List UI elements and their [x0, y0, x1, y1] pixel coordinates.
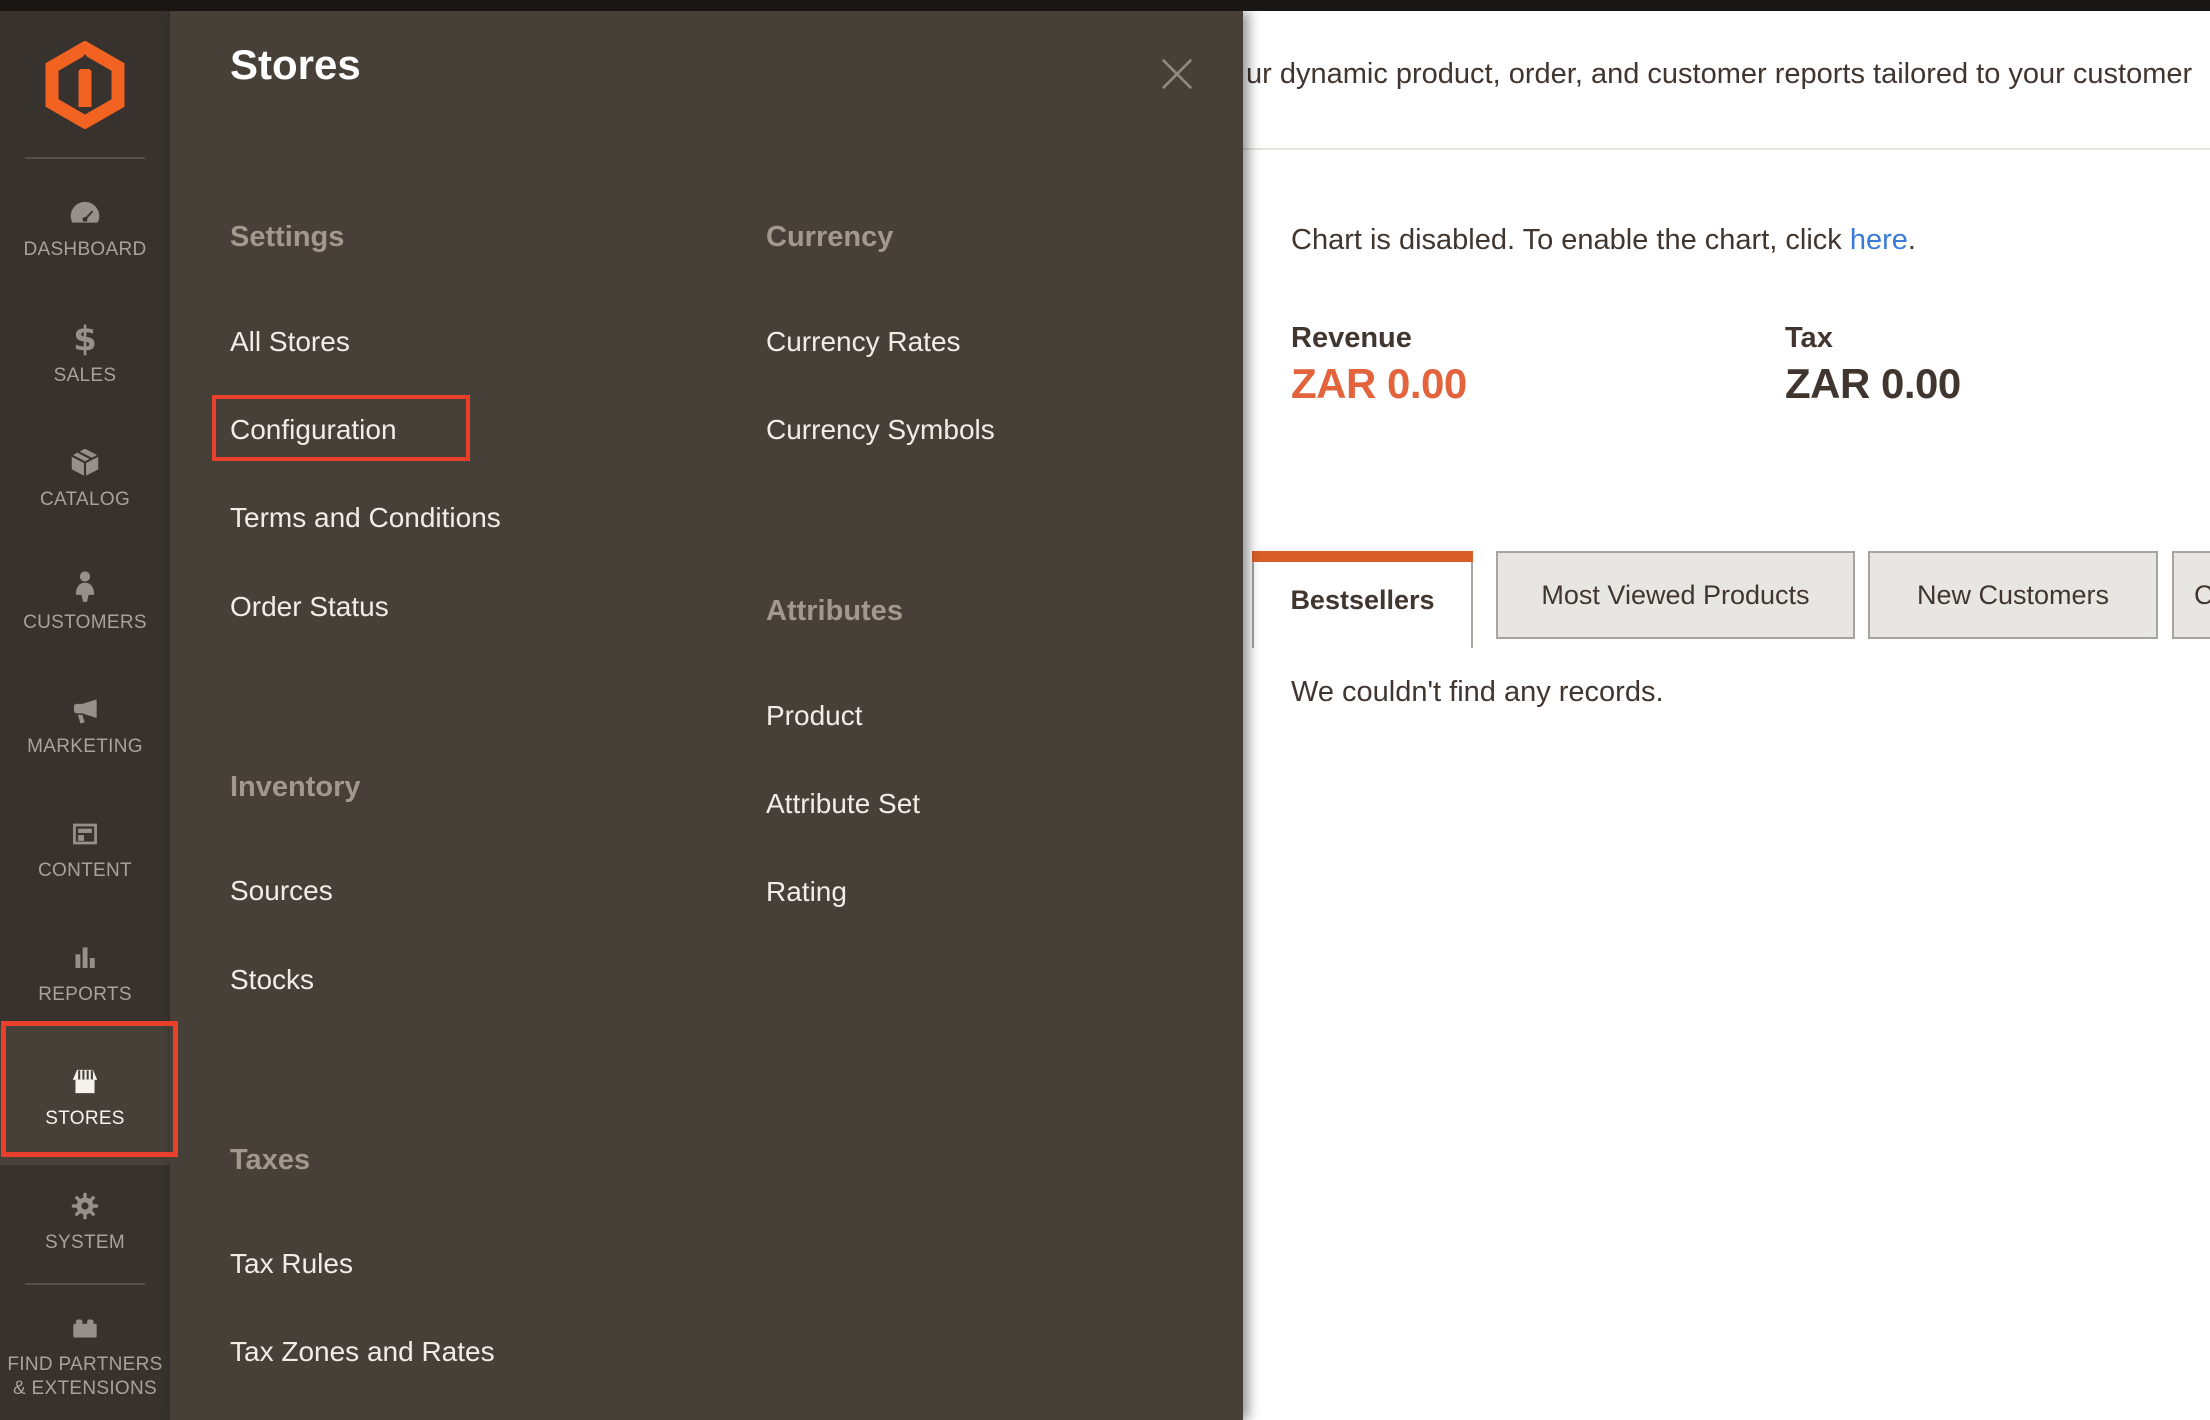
chart-disabled-text: Chart is disabled. To enable the chart, …: [1291, 224, 1850, 256]
sidebar-item-label: DASHBOARD: [0, 238, 170, 262]
bar-chart-icon: [0, 936, 170, 980]
revenue-label: Revenue: [1291, 322, 1412, 355]
tab-new-customers[interactable]: New Customers: [1868, 551, 2158, 639]
sidebar-item-sales[interactable]: $ SALES: [0, 317, 170, 388]
sidebar: DASHBOARD $ SALES CATALOG CUSTOMERS: [0, 11, 170, 1420]
brick-icon: [0, 1306, 170, 1350]
sidebar-item-label: CUSTOMERS: [0, 611, 170, 635]
sidebar-item-system[interactable]: SYSTEM: [0, 1184, 170, 1255]
menu-item-currency-symbols[interactable]: Currency Symbols: [766, 410, 995, 450]
close-icon[interactable]: [1158, 55, 1196, 93]
intro-text-partial: ur dynamic product, order, and customer …: [1246, 58, 2192, 91]
menu-item-tax-rules[interactable]: Tax Rules: [230, 1244, 353, 1284]
menu-item-attribute-set[interactable]: Attribute Set: [766, 784, 920, 824]
menu-item-product[interactable]: Product: [766, 696, 863, 736]
annotation-box-configuration: [212, 395, 470, 461]
annotation-box-stores: [1, 1021, 178, 1157]
svg-text:$: $: [73, 321, 97, 357]
menu-item-sources[interactable]: Sources: [230, 871, 333, 911]
section-header-attributes: Attributes: [766, 591, 903, 631]
menu-item-all-stores[interactable]: All Stores: [230, 322, 350, 362]
dollar-icon: $: [0, 317, 170, 361]
sidebar-item-reports[interactable]: REPORTS: [0, 936, 170, 1007]
tab-most-viewed-products[interactable]: Most Viewed Products: [1496, 551, 1855, 639]
sidebar-item-marketing[interactable]: MARKETING: [0, 688, 170, 759]
tab-customers-partial[interactable]: C: [2172, 551, 2210, 639]
gear-icon: [0, 1184, 170, 1228]
menu-item-rating[interactable]: Rating: [766, 872, 847, 912]
sidebar-divider-bottom: [25, 1283, 145, 1285]
chart-disabled-suffix: .: [1908, 224, 1916, 256]
box-icon: [0, 441, 170, 485]
menu-item-order-status[interactable]: Order Status: [230, 587, 389, 627]
revenue-value: ZAR 0.00: [1291, 360, 1467, 408]
content-divider: [1243, 148, 2210, 150]
sidebar-divider-top: [25, 157, 145, 159]
menu-item-stocks[interactable]: Stocks: [230, 960, 314, 1000]
sidebar-item-label: CONTENT: [0, 859, 170, 883]
tab-bestsellers[interactable]: Bestsellers: [1252, 551, 1473, 648]
layout-icon: [0, 812, 170, 856]
sidebar-item-dashboard[interactable]: DASHBOARD: [0, 191, 170, 262]
section-header-taxes: Taxes: [230, 1140, 310, 1180]
browser-top-bar: [0, 0, 2210, 11]
sidebar-item-label: FIND PARTNERS & EXTENSIONS: [5, 1353, 165, 1401]
sidebar-item-label: CATALOG: [0, 488, 170, 512]
sidebar-item-label: MARKETING: [0, 735, 170, 759]
sidebar-item-content[interactable]: CONTENT: [0, 812, 170, 883]
menu-item-tax-zones-and-rates[interactable]: Tax Zones and Rates: [230, 1332, 495, 1372]
menu-item-currency-rates[interactable]: Currency Rates: [766, 322, 961, 362]
section-header-inventory: Inventory: [230, 767, 361, 807]
tax-value: ZAR 0.00: [1785, 360, 1961, 408]
megaphone-icon: [0, 688, 170, 732]
person-icon: [0, 564, 170, 608]
sidebar-item-customers[interactable]: CUSTOMERS: [0, 564, 170, 635]
sidebar-item-label: SALES: [0, 364, 170, 388]
flyout-title: Stores: [230, 41, 361, 89]
stores-flyout-menu: Stores Settings All Stores Configuration…: [170, 11, 1243, 1420]
magento-logo[interactable]: [45, 41, 125, 134]
menu-item-terms-and-conditions[interactable]: Terms and Conditions: [230, 498, 501, 538]
section-header-settings: Settings: [230, 217, 344, 257]
enable-chart-link[interactable]: here: [1850, 224, 1908, 256]
chart-disabled-notice: Chart is disabled. To enable the chart, …: [1291, 224, 1916, 257]
sidebar-item-label: REPORTS: [0, 983, 170, 1007]
empty-records-message: We couldn't find any records.: [1291, 676, 1664, 709]
sidebar-item-catalog[interactable]: CATALOG: [0, 441, 170, 512]
sidebar-item-label: SYSTEM: [0, 1231, 170, 1255]
sidebar-item-find-partners[interactable]: FIND PARTNERS & EXTENSIONS: [0, 1306, 170, 1401]
section-header-currency: Currency: [766, 217, 893, 257]
tax-label: Tax: [1785, 322, 1833, 355]
dashboard-gauge-icon: [0, 191, 170, 235]
